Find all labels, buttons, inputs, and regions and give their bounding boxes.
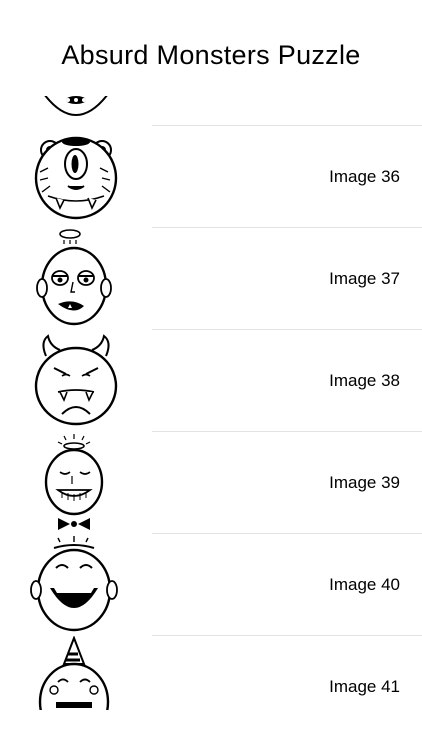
monster-partial-icon bbox=[28, 96, 124, 128]
list-item-image-36[interactable]: Image 36 bbox=[0, 126, 422, 228]
image-label: Image 41 bbox=[329, 677, 400, 696]
list-item-image-38[interactable]: Image 38 bbox=[0, 330, 422, 432]
list-item-image-41[interactable]: Image 41 bbox=[0, 636, 422, 710]
list-item-image-39[interactable]: Image 39 bbox=[0, 432, 422, 534]
image-label: Image 36 bbox=[329, 167, 400, 186]
image-label: Image 37 bbox=[329, 269, 400, 288]
laughing-monster-icon bbox=[28, 534, 124, 636]
horned-monster-icon bbox=[28, 330, 124, 432]
party-hat-monster-icon bbox=[28, 636, 124, 710]
image-list[interactable]: Image 36 Image 37 Image 38 Image 39 Imag… bbox=[0, 96, 422, 710]
angel-monster-icon bbox=[28, 432, 124, 534]
image-label: Image 40 bbox=[329, 575, 400, 594]
list-item-image-40[interactable]: Image 40 bbox=[0, 534, 422, 636]
list-item-partial[interactable] bbox=[0, 96, 422, 128]
page-title: Absurd Monsters Puzzle bbox=[61, 40, 361, 70]
image-label: Image 39 bbox=[329, 473, 400, 492]
image-label: Image 38 bbox=[329, 371, 400, 390]
cyclops-bear-monster-icon bbox=[28, 126, 124, 228]
sleepy-monster-icon bbox=[28, 228, 124, 330]
list-item-image-37[interactable]: Image 37 bbox=[0, 228, 422, 330]
